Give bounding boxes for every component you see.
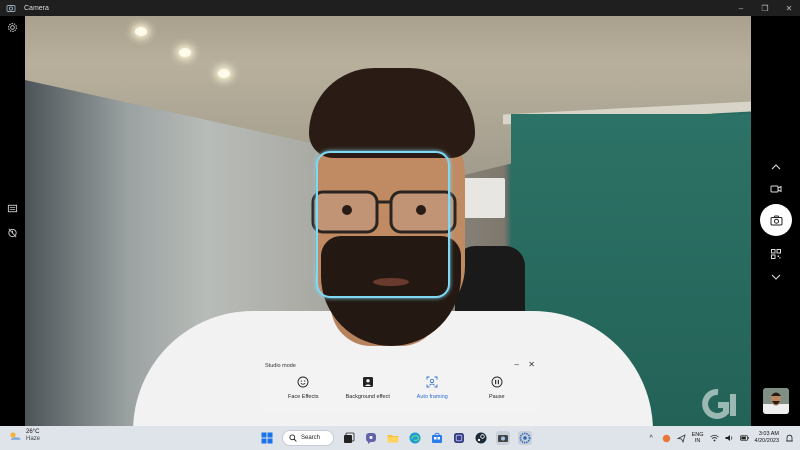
window-title: Camera — [24, 4, 49, 12]
language-indicator[interactable]: ENG IN — [692, 432, 704, 445]
taskbar-search-box[interactable]: Search — [282, 430, 334, 446]
weather-temperature: 26°C — [26, 429, 40, 435]
camera-shutter-button[interactable] — [760, 204, 792, 236]
camera-shutter-icon — [770, 215, 782, 225]
person-hair — [309, 68, 475, 158]
search-icon — [289, 434, 297, 442]
pause-button[interactable]: Pause — [467, 375, 527, 400]
weather-widget[interactable]: 26°C Haze — [8, 429, 40, 443]
face-effects-label: Face Effects — [288, 394, 319, 400]
windows-start-icon[interactable] — [260, 431, 274, 445]
weather-condition: Haze — [26, 436, 41, 442]
qr-scan-icon[interactable] — [769, 247, 782, 260]
send-icon[interactable] — [676, 433, 686, 443]
chevron-down-icon[interactable] — [769, 270, 782, 283]
window-controls: – ❐ ✕ — [736, 0, 794, 16]
teams-icon[interactable] — [364, 431, 378, 445]
chevron-up-icon[interactable]: ^ — [647, 434, 656, 443]
system-tray: ^ ENG IN 3:03 AM 4/20/2023 — [647, 428, 794, 448]
clock-time: 3:03 AM — [758, 431, 779, 437]
last-capture-thumbnail[interactable] — [763, 388, 789, 414]
app-icon[interactable] — [452, 431, 466, 445]
camera-app-icon[interactable] — [496, 431, 510, 445]
wifi-icon[interactable] — [709, 434, 719, 443]
face-effects-button[interactable]: Face Effects — [273, 375, 333, 400]
studio-mode-options: Face Effects Background effect Auto fram… — [259, 375, 541, 400]
studio-minimize-button[interactable]: – — [515, 360, 519, 369]
pause-label: Pause — [488, 394, 505, 400]
studio-mode-panel: Studio mode – ✕ Face Effects Background … — [259, 359, 541, 411]
restore-icon[interactable]: ❐ — [760, 4, 770, 13]
ceiling-light — [218, 69, 230, 78]
left-toolbar — [0, 16, 25, 426]
edge-icon[interactable] — [408, 431, 422, 445]
settings-icon[interactable] — [6, 21, 19, 34]
task-view-icon[interactable] — [342, 431, 356, 445]
tray-app-icon[interactable] — [662, 434, 671, 443]
ceiling-light — [135, 27, 147, 36]
title-bar: Camera – ❐ ✕ — [0, 0, 800, 16]
taskbar-search-label: Search — [301, 435, 321, 441]
auto-framing-label: Auto framing — [416, 394, 448, 400]
background-effect-button[interactable]: Background effect — [338, 375, 398, 400]
face-tracking-box — [316, 151, 450, 298]
store-icon[interactable] — [430, 431, 444, 445]
taskbar-apps: Search — [260, 429, 532, 447]
close-icon[interactable]: ✕ — [784, 4, 794, 13]
auto-framing-button[interactable]: Auto framing — [402, 375, 462, 400]
ceiling-light — [179, 48, 191, 57]
studio-close-button[interactable]: ✕ — [528, 360, 535, 369]
auto-framing-icon — [426, 375, 439, 388]
air-conditioner — [461, 178, 505, 218]
clock-date: 4/20/2023 — [754, 438, 779, 444]
pause-icon — [490, 375, 503, 388]
camera-app-icon — [6, 5, 16, 12]
background-effect-label: Background effect — [345, 394, 390, 400]
settings-app-icon[interactable] — [518, 431, 532, 445]
photo-mode-icon[interactable] — [6, 202, 19, 215]
smiley-icon — [297, 375, 310, 388]
studio-mode-title: Studio mode — [265, 363, 296, 369]
portrait-icon — [361, 375, 374, 388]
steam-icon[interactable] — [474, 431, 488, 445]
volume-icon[interactable] — [725, 434, 734, 443]
language-region: IN — [694, 438, 701, 444]
video-mode-icon[interactable] — [769, 182, 782, 195]
minimize-icon[interactable]: – — [736, 4, 746, 13]
haze-icon — [10, 431, 21, 440]
file-explorer-icon[interactable] — [386, 431, 400, 445]
taskbar: 26°C Haze Search ^ ENG IN 3:03 AM 4/20/2… — [0, 426, 800, 450]
taskbar-clock[interactable]: 3:03 AM 4/20/2023 — [755, 431, 779, 445]
timer-icon[interactable] — [6, 226, 19, 239]
right-toolbar — [751, 16, 800, 426]
battery-icon[interactable] — [739, 434, 749, 443]
watermark-logo — [702, 388, 736, 419]
chevron-up-icon[interactable] — [769, 160, 782, 173]
notification-icon[interactable] — [785, 434, 794, 443]
